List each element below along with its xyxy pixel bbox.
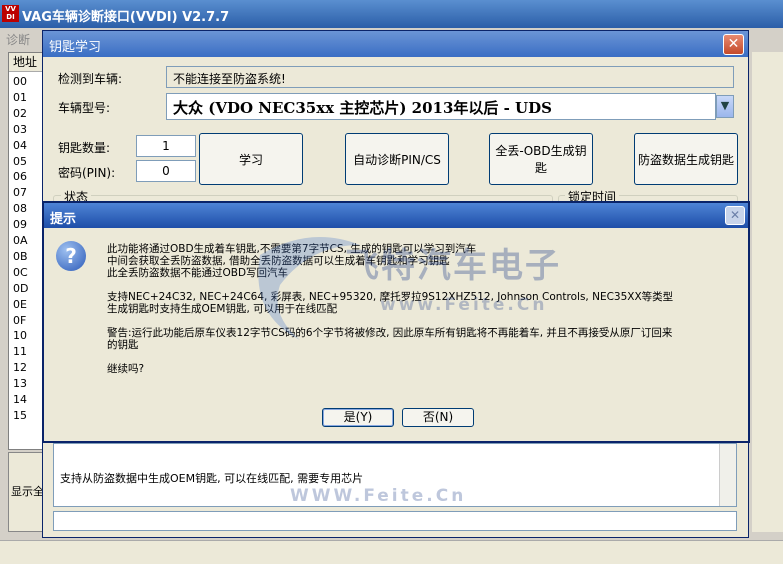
address-list-item[interactable]: 15 — [13, 409, 27, 425]
show-all-label: 显示全 — [11, 485, 44, 498]
learn-button[interactable]: 学习 — [199, 133, 303, 185]
main-title-bar: VV DI VAG车辆诊断接口(VVDI) V2.7.7 — [0, 0, 783, 28]
key-dialog-title-bar: 钥匙学习 ✕ — [43, 31, 748, 57]
address-list[interactable]: 地址 00 01 02 03 04 05 06 07 08 09 0A 0B 0C 0D 0E 0F 10 11 1… — [8, 52, 49, 450]
address-list-item[interactable]: 0A — [13, 234, 28, 250]
address-list-item[interactable]: 02 — [13, 107, 27, 123]
address-list-item[interactable]: 0E — [13, 298, 27, 314]
address-list-item[interactable]: 14 — [13, 393, 27, 409]
detected-vehicle-field: 不能连接至防盗系统! — [166, 66, 734, 88]
info-scrollbar[interactable] — [719, 444, 736, 506]
address-list-item[interactable]: 05 — [13, 155, 27, 171]
bottom-left-panel: 显示全 — [8, 452, 44, 532]
prompt-line-6: 警告:运行此功能后原车仪表12字节CS码的6个字节将被修改, 因此原车所有钥匙将… — [107, 327, 673, 339]
prompt-title: 提示 — [50, 212, 77, 227]
address-list-item[interactable]: 03 — [13, 123, 27, 139]
address-list-item[interactable]: 01 — [13, 91, 27, 107]
address-list-item[interactable]: 11 — [13, 345, 27, 361]
vehicle-model-label: 车辆型号: — [58, 101, 111, 115]
chevron-down-icon[interactable]: ▼ — [716, 95, 734, 118]
main-window-title: VAG车辆诊断接口(VVDI) V2.7.7 — [22, 10, 230, 25]
menu-item-diagnose[interactable]: 诊断 — [6, 31, 30, 48]
dialog-status-field — [53, 511, 737, 531]
detected-vehicle-label: 检测到车辆: — [58, 72, 123, 86]
watermark-url-bottom: WWW.Feite.Cn — [290, 486, 467, 506]
prompt-close-icon[interactable]: ✕ — [725, 206, 745, 225]
address-list-item[interactable]: 0F — [13, 314, 26, 330]
address-list-item[interactable]: 09 — [13, 218, 27, 234]
address-list-item[interactable]: 0D — [13, 282, 28, 298]
all-lost-obd-button[interactable]: 全丢-OBD生成钥匙 — [489, 133, 593, 185]
address-list-item[interactable]: 04 — [13, 139, 27, 155]
address-list-item[interactable]: 10 — [13, 329, 27, 345]
prompt-line-8: 继续吗? — [107, 363, 145, 375]
address-list-item[interactable]: 13 — [13, 377, 27, 393]
address-list-item[interactable]: 06 — [13, 170, 27, 186]
key-count-label: 钥匙数量: — [58, 141, 111, 155]
status-bar — [0, 540, 783, 564]
address-list-item[interactable]: 00 — [13, 75, 27, 91]
key-dialog-close-icon[interactable]: ✕ — [723, 34, 744, 55]
info-text: 支持从防盗数据中生成OEM钥匙, 可以在线匹配, 需要专用芯片 — [60, 472, 364, 485]
address-list-item[interactable]: 12 — [13, 361, 27, 377]
key-count-input[interactable]: 1 — [136, 135, 196, 157]
address-list-item[interactable]: 0C — [13, 266, 28, 282]
question-icon: ? — [56, 241, 86, 271]
prompt-line-7: 的钥匙 — [107, 339, 139, 351]
right-edge-panel — [752, 52, 783, 532]
vehicle-model-select[interactable]: 大众 (VDO NEC35xx 主控芯片) 2013年以后 - UDS — [166, 93, 716, 120]
auto-pin-button[interactable]: 自动诊断PIN/CS — [345, 133, 449, 185]
address-list-item[interactable]: 0B — [13, 250, 28, 266]
app-logo-icon: VV DI — [2, 5, 19, 22]
watermark-brand: 飞特汽车电子 — [345, 246, 561, 286]
pin-label: 密码(PIN): — [58, 166, 116, 180]
watermark-url: www.Feite.Cn — [380, 295, 548, 315]
yes-button[interactable]: 是(Y) — [322, 408, 394, 427]
address-list-item[interactable]: 07 — [13, 186, 27, 202]
immo-data-key-button[interactable]: 防盗数据生成钥匙 — [634, 133, 738, 185]
no-button[interactable]: 否(N) — [402, 408, 474, 427]
key-dialog-title: 钥匙学习 — [49, 40, 102, 55]
prompt-title-bar: 提示 ✕ — [44, 203, 748, 228]
pin-input[interactable]: 0 — [136, 160, 196, 182]
address-list-item[interactable]: 08 — [13, 202, 27, 218]
